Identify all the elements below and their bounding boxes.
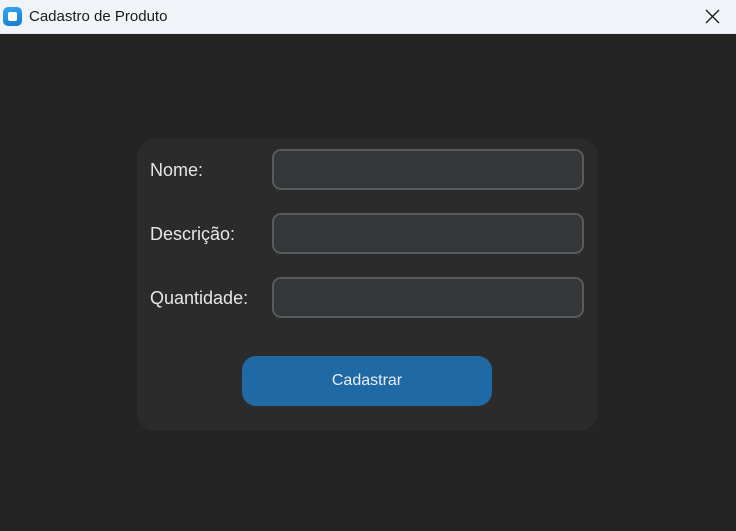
close-icon	[705, 9, 720, 24]
name-label: Nome:	[150, 160, 204, 180]
title-bar: Cadastro de Produto	[0, 0, 736, 34]
submit-button[interactable]: Cadastrar	[242, 356, 492, 406]
app-icon	[3, 7, 22, 26]
name-input[interactable]	[272, 149, 584, 190]
description-label: Descrição:	[150, 224, 236, 244]
quantity-input[interactable]	[272, 277, 584, 318]
window-title: Cadastro de Produto	[29, 8, 168, 25]
description-input[interactable]	[272, 213, 584, 254]
form-frame: Nome: Descrição: Quantidade: Cadastrar	[137, 139, 598, 431]
app-window: Cadastro de Produto Nome: Descrição: Qua…	[0, 0, 736, 531]
close-button[interactable]	[690, 0, 736, 33]
quantity-label: Quantidade:	[150, 288, 249, 308]
